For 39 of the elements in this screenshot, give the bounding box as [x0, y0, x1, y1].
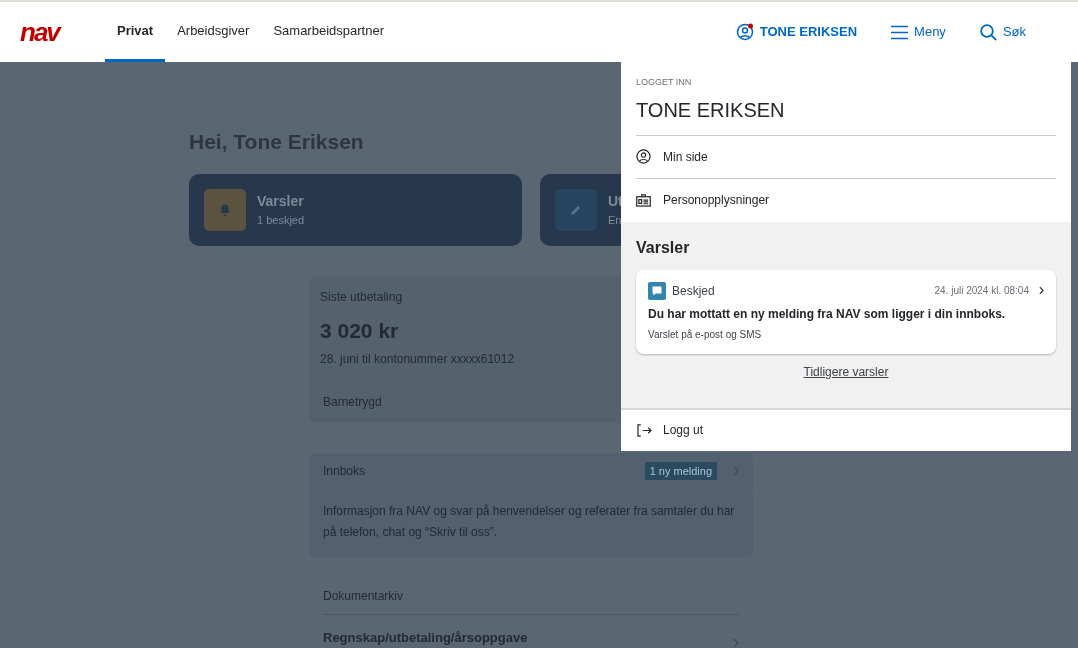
person-icon — [636, 149, 651, 164]
logout-icon — [637, 423, 652, 437]
notification-date: 24. juli 2024 kl. 08:04 — [934, 284, 1029, 298]
nav-tab[interactable]: Arbeidsgiver — [165, 2, 262, 62]
id-card-icon — [636, 193, 651, 207]
archive-title: Dokumentarkiv — [323, 588, 404, 605]
inbox-title: Innboks — [323, 463, 366, 480]
notification-type: Beskjed — [672, 282, 715, 300]
logged-in-caption: LOGGET INN — [636, 76, 692, 89]
inbox-description: Informasjon fra NAV og svar på henvendelser og referater fra samtaler du har på telefon, chat og “Skriv til oss”. — [322, 503, 736, 541]
user-icon — [735, 23, 754, 41]
notification-card[interactable]: Beskjed 24. juli 2024 kl. 08:04 Du har mottatt en ny melding fra NAV som ligger i din innboks. Varslet på e-post og SMS — [636, 269, 1056, 354]
menu-link[interactable]: Personopplysninger — [636, 178, 1056, 222]
user-button[interactable]: TONE ERIKSEN — [735, 2, 858, 62]
inbox-card[interactable]: Innboks 1 ny melding Informasjon fra NAV og svar på henvendelser og referater fra samtaler du har på telefon, chat og “Skriv til oss”. — [309, 453, 753, 557]
menu-link[interactable]: Min side — [636, 135, 1056, 179]
chat-bubble-icon — [648, 281, 666, 300]
notifications-heading: Varsler — [636, 237, 690, 258]
card-subtitle: 1 beskjed — [257, 212, 305, 228]
nav-tab[interactable]: Samarbeidspartner — [261, 2, 396, 62]
earlier-notifications-link[interactable]: Tidligere varsler — [803, 362, 889, 381]
menu-button[interactable]: Meny — [891, 2, 946, 62]
menu-icon — [891, 24, 909, 40]
chevron-icon — [1039, 286, 1044, 295]
search-icon — [979, 23, 997, 41]
payment-type: Barnetrygd — [323, 395, 382, 409]
search-button[interactable]: Søk — [979, 2, 1026, 62]
card-subtitle: En — [608, 212, 622, 228]
card-title: Ut — [608, 191, 623, 211]
nav-tab[interactable]: Privat — [105, 2, 166, 62]
nav-logo[interactable]: nav — [20, 19, 59, 45]
message-badge: 1 ny melding — [644, 461, 717, 481]
payment-detail: 28. juni til kontonummer xxxxx61012 — [320, 351, 515, 368]
payment-label: Siste utbetaling — [320, 288, 403, 306]
payment-amount: 3 020 kr — [320, 317, 399, 344]
user-name: TONE ERIKSEN — [636, 97, 785, 123]
card-title: Varsler — [257, 191, 304, 211]
chevron-icon — [733, 637, 739, 648]
shortcut-card[interactable]: Varsler 1 beskjed — [189, 173, 522, 246]
